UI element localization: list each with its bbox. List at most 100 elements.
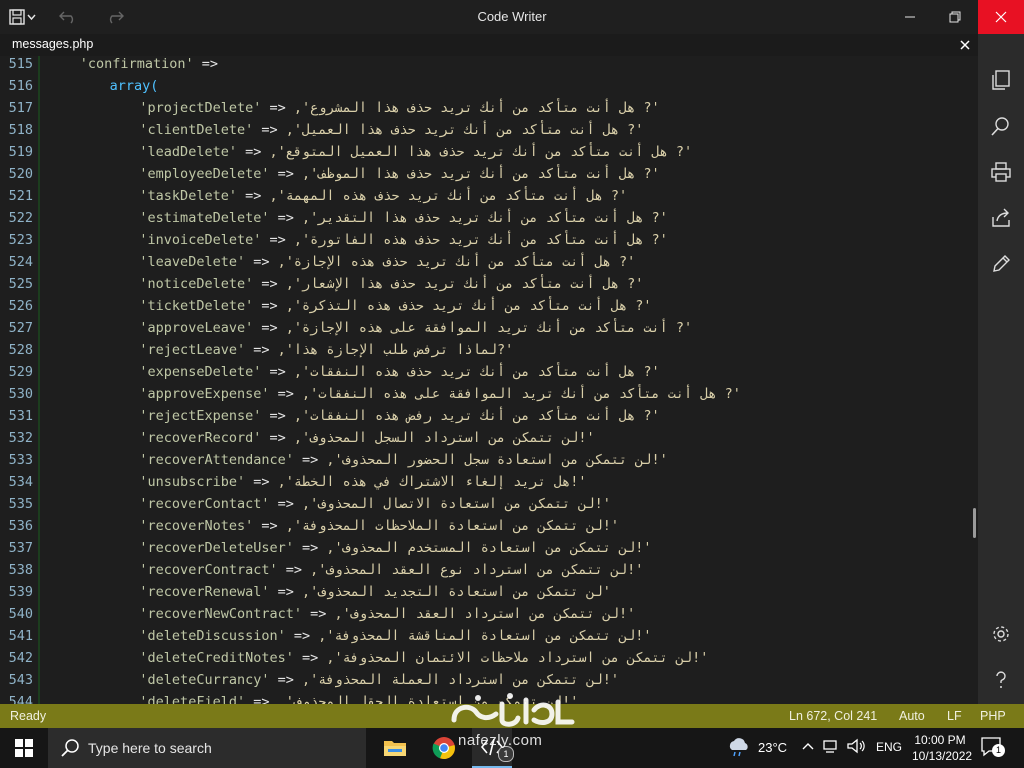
string-value: '!لن تتمكن من استرداد ملاحظات الائتمان ا… <box>326 650 709 666</box>
line-ending[interactable]: LF <box>947 709 962 723</box>
start-button[interactable] <box>0 728 48 768</box>
arrow-operator: => <box>261 100 294 116</box>
help-button[interactable] <box>987 666 1015 694</box>
code-line[interactable]: 523 'invoiceDelete' => '? هل أنت متأكد من… <box>0 229 970 251</box>
code-line[interactable]: 524 'leaveDelete' => '? هل أنت متأكد من أ… <box>0 251 970 273</box>
code-line[interactable]: 537 'recoverDeleteUser' => '!لن تتمكن من … <box>0 537 970 559</box>
temperature[interactable]: 23°C <box>758 740 787 755</box>
array-key: 'deleteDiscussion' <box>139 628 286 644</box>
code-line[interactable]: 519 'leadDelete' => '? هل أنت متأكد من أن… <box>0 141 970 163</box>
input-language[interactable]: ENG <box>876 740 902 754</box>
string-value: '? هل أنت متأكد من أنك تريد حذف هذا المش… <box>293 100 660 116</box>
array-key: 'recoverNotes' <box>139 518 254 534</box>
code-line[interactable]: 528 'rejectLeave' => '?لماذا ترفض طلب الإ… <box>0 339 970 361</box>
network-icon[interactable] <box>822 736 840 756</box>
array-key: 'recoverContract' <box>139 562 278 578</box>
arrow-operator: => <box>269 496 302 512</box>
code-content: 'leaveDelete' => '? هل أنت متأكد من أنك … <box>139 251 635 273</box>
code-content: 'recoverAttendance' => '!لن تتمكن من است… <box>139 449 667 471</box>
code-editor[interactable]: 515 'confirmation' => 516 array(517 'project… <box>0 56 978 704</box>
code-line[interactable]: 530 'approveExpense' => '? هل أنت متأكد م… <box>0 383 970 405</box>
arrow-operator: => <box>293 452 327 468</box>
print-button[interactable] <box>987 158 1015 186</box>
share-button[interactable] <box>987 204 1015 232</box>
window-title: Code Writer <box>477 9 547 24</box>
printer-icon <box>991 162 1011 182</box>
clock[interactable]: 10:00 PM 10/13/2022 <box>912 732 972 764</box>
copy-button[interactable] <box>987 66 1015 94</box>
chevron-up-icon[interactable] <box>800 736 816 756</box>
language-mode[interactable]: PHP <box>980 709 1006 723</box>
arrow-operator: => <box>253 518 286 534</box>
tab-messages-php[interactable]: messages.php <box>12 37 93 51</box>
code-line[interactable]: 543 'deleteCurrancy' => '!لن تتمكن من است… <box>0 669 970 691</box>
code-line[interactable]: 531 'rejectExpense' => '? هل أنت متأكد من… <box>0 405 970 427</box>
code-line[interactable]: 529 'expenseDelete' => '? هل أنت متأكد من… <box>0 361 970 383</box>
arrow-operator: => <box>253 122 286 138</box>
array-key: 'unsubscribe' <box>139 474 246 490</box>
notifications-button[interactable]: 1 <box>980 736 1010 760</box>
arrow-operator: => <box>293 650 327 666</box>
line-number: 540 <box>8 606 33 622</box>
code-line[interactable]: 540 'recoverNewContract' => '!لن تتمكن من… <box>0 603 970 625</box>
arrow-operator: => <box>236 188 270 204</box>
code-line[interactable]: 534 'unsubscribe' => '!هل تريد إلغاء الاش… <box>0 471 970 493</box>
cloud-rain-icon <box>729 738 748 757</box>
code-line[interactable]: 520 'employeeDelete' => '? هل أنت متأكد م… <box>0 163 970 185</box>
code-line[interactable]: 535 'recoverContact' => '!لن تتمكن من است… <box>0 493 970 515</box>
taskbar-search[interactable]: Type here to search <box>48 728 366 768</box>
minimize-button[interactable] <box>888 0 932 34</box>
code-content: array( <box>110 75 159 97</box>
code-line[interactable]: 541 'deleteDiscussion' => '!لن تتمكن من ا… <box>0 625 970 647</box>
weather-widget[interactable] <box>726 737 752 762</box>
array-key: 'recoverContact' <box>139 496 270 512</box>
code-line[interactable]: 521 'taskDelete' => '? هل أنت متأكد من أن… <box>0 185 970 207</box>
search-button[interactable] <box>987 112 1015 140</box>
close-icon <box>960 40 970 50</box>
code-line[interactable]: 533 'recoverAttendance' => '!لن تتمكن من … <box>0 449 970 471</box>
code-writer-taskbar-button[interactable]: 1 <box>472 728 514 768</box>
vertical-scrollbar[interactable] <box>973 508 976 538</box>
code-line[interactable]: 522 'estimateDelete' => '? هل أنت متأكد م… <box>0 207 970 229</box>
taskbar: Type here to search 1 23°C ENG 10:00 PM … <box>0 728 1024 768</box>
search-icon <box>61 739 79 757</box>
code-content: 'approveExpense' => '? هل أنت متأكد من أ… <box>139 383 740 405</box>
settings-button[interactable] <box>987 620 1015 648</box>
speaker-icon[interactable] <box>846 736 866 756</box>
string-value: '!لن تتمكن من استرداد نوع العقد المحذوف'… <box>310 562 644 578</box>
file-explorer-button[interactable] <box>375 728 415 768</box>
arrow-operator: => <box>193 56 218 72</box>
indent-mode[interactable]: Auto <box>899 709 925 723</box>
code-line[interactable]: 527 'approveLeave' => '? أنت متأكد من أنك… <box>0 317 970 339</box>
code-content: 'approveLeave' => '? أنت متأكد من أنك تر… <box>139 317 692 339</box>
edit-button[interactable] <box>987 250 1015 278</box>
search-placeholder: Type here to search <box>88 740 212 756</box>
restore-button[interactable] <box>933 0 977 34</box>
code-line[interactable]: 536 'recoverNotes' => '!لن تتمكن من استعا… <box>0 515 970 537</box>
code-line[interactable]: 517 'projectDelete' => '? هل أنت متأكد من… <box>0 97 970 119</box>
cursor-position[interactable]: Ln 672, Col 241 <box>789 709 877 723</box>
code-line[interactable]: 544 'deleteField' => '!لن تتمكن من استعاد… <box>0 691 970 704</box>
code-keyword: array( <box>109 78 159 94</box>
close-tab-button[interactable] <box>956 36 974 54</box>
code-line[interactable]: 516 array( <box>0 75 970 97</box>
array-key: 'recoverRecord' <box>139 430 262 446</box>
code-line[interactable]: 539 'recoverRenewal' => 'لن تتمكن من استع… <box>0 581 970 603</box>
code-content: 'projectDelete' => '? هل أنت متأكد من أن… <box>139 97 659 119</box>
code-line[interactable]: 538 'recoverContract' => '!لن تتمكن من اس… <box>0 559 970 581</box>
array-key: 'leadDelete' <box>139 144 237 160</box>
code-line[interactable]: 515 'confirmation' => <box>0 56 970 75</box>
code-content: 'leadDelete' => '? هل أنت متأكد من أنك ت… <box>139 141 692 163</box>
array-key: 'approveExpense' <box>139 386 270 402</box>
code-content: 'rejectLeave' => '?لماذا ترفض طلب الإجاز… <box>139 339 513 361</box>
tab-bar: messages.php <box>0 34 978 56</box>
code-line[interactable]: 518 'clientDelete' => '? هل أنت متأكد من … <box>0 119 970 141</box>
code-line[interactable]: 525 'noticeDelete' => '? هل أنت متأكد من … <box>0 273 970 295</box>
close-window-button[interactable] <box>978 0 1024 34</box>
string-value: '!لن تتمكن من استعادة المناقشة المحذوفة'… <box>318 628 652 644</box>
code-line[interactable]: 526 'ticketDelete' => '? هل أنت متأكد من … <box>0 295 970 317</box>
code-line[interactable]: 532 'recoverRecord' => '!لن تتمكن من استر… <box>0 427 970 449</box>
chrome-button[interactable] <box>424 728 464 768</box>
restore-icon <box>949 11 961 23</box>
code-line[interactable]: 542 'deleteCreditNotes' => '!لن تتمكن من … <box>0 647 970 669</box>
